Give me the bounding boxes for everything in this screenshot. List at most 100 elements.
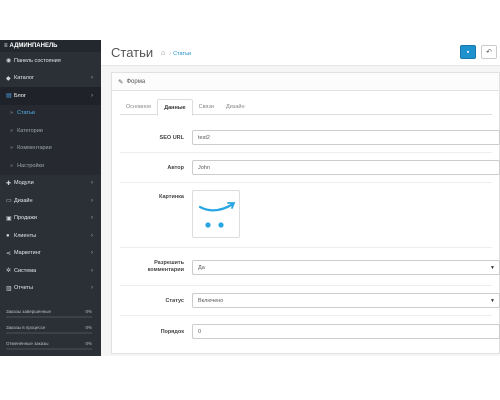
sidebar-item-system[interactable]: ✲ Система › xyxy=(0,262,101,280)
breadcrumb-separator: › xyxy=(169,50,172,57)
progress-value: 0% xyxy=(85,309,92,314)
progress-label: Заказы в процессе xyxy=(6,325,46,330)
form-row-status: Статус Включено ▼ xyxy=(120,286,500,316)
sidebar-subitem-articles[interactable]: » Статьи xyxy=(0,104,101,122)
progress-value: 0% xyxy=(85,341,92,346)
sidebar-item-reports[interactable]: ▥ Отчеты › xyxy=(0,280,101,298)
progress-bar xyxy=(6,348,92,350)
monitor-icon: ▭ xyxy=(6,198,12,205)
form-row-order: Порядок 0 xyxy=(120,316,500,350)
sidebar-subitem-comments[interactable]: » Комментарии xyxy=(0,139,101,157)
save-icon: ▪ xyxy=(466,48,470,56)
tab-links[interactable]: Связи xyxy=(193,99,220,115)
cart-icon: ▣ xyxy=(6,215,12,222)
sidebar-item-label: Каталог xyxy=(14,75,34,82)
puzzle-icon: ✚ xyxy=(6,180,12,187)
comments-label: Разрешить комментарии xyxy=(120,260,184,274)
sidebar-item-dashboard[interactable]: ◉ Панель состояния xyxy=(0,52,101,70)
image-thumbnail[interactable] xyxy=(192,190,240,238)
tab-design[interactable]: Дизайн xyxy=(220,99,251,115)
sort-order-input[interactable]: 0 xyxy=(192,324,500,339)
order-label: Порядок xyxy=(160,329,184,335)
list-icon: ▤ xyxy=(6,93,12,100)
sidebar-item-blog[interactable]: ▤ Блог › xyxy=(0,87,101,105)
brand-label: АДМИНПАНЕЛЬ xyxy=(9,43,58,49)
form-row-image: Картинка xyxy=(120,183,492,248)
sidebar-item-label: Маркетинг xyxy=(14,250,41,257)
chevron-right-icon: › xyxy=(91,180,93,187)
dashboard-icon: ◉ xyxy=(6,58,12,65)
sidebar-item-modules[interactable]: ✚ Модули › xyxy=(0,175,101,193)
sidebar-item-label: Клиенты xyxy=(14,232,37,239)
brand[interactable]: ≡ АДМИНПАНЕЛЬ xyxy=(0,40,101,52)
share-icon: ⋖ xyxy=(6,250,12,257)
angle-right-icon: » xyxy=(10,127,14,134)
angle-right-icon: » xyxy=(10,110,14,117)
sidebar-subitem-label: Комментарии xyxy=(17,145,52,152)
sidebar-subitem-categories[interactable]: » Категории xyxy=(0,122,101,140)
chevron-right-icon: › xyxy=(91,215,93,222)
comments-select-value: Да xyxy=(198,264,205,271)
sidebar-item-label: Блог xyxy=(14,92,26,99)
sidebar-item-label: Модули xyxy=(14,180,34,187)
angle-right-icon: » xyxy=(10,162,14,169)
pencil-icon: ✎ xyxy=(118,78,124,86)
progress-value: 0% xyxy=(85,325,92,330)
sidebar-item-marketing[interactable]: ⋖ Маркетинг › xyxy=(0,245,101,263)
angle-right-icon: » xyxy=(10,145,14,152)
back-button[interactable]: ↶ xyxy=(481,45,497,59)
chevron-right-icon: › xyxy=(91,75,93,82)
menu-bars-icon: ≡ xyxy=(4,43,8,49)
chevron-right-icon: › xyxy=(91,285,93,292)
home-icon[interactable]: ⌂ xyxy=(161,50,165,57)
progress-processing: Заказы в процессе 0% xyxy=(6,322,92,338)
breadcrumb-link-articles[interactable]: Статьи xyxy=(173,51,191,57)
progress-completed: Заказы завершенные 0% xyxy=(6,306,92,322)
sidebar-item-sales[interactable]: ▣ Продажи › xyxy=(0,210,101,228)
main-content: ✎ Форма Основное Данные Связи Дизайн SEO… xyxy=(101,66,500,356)
sidebar-item-label: Продажи xyxy=(14,215,37,222)
sidebar-subitem-label: Статьи xyxy=(17,110,35,117)
author-label: Автор xyxy=(167,165,184,171)
sidebar-item-label: Панель состояния xyxy=(14,57,61,64)
status-select-value: Включено xyxy=(198,297,224,304)
sidebar-item-label: Дизайн xyxy=(14,197,33,204)
page-title: Статьи xyxy=(111,45,154,60)
seo-url-input[interactable]: test2 xyxy=(192,130,500,145)
sidebar-item-design[interactable]: ▭ Дизайн › xyxy=(0,192,101,210)
form-row-author: Автор John xyxy=(120,153,500,183)
progress-cancelled: Отменённые заказы 0% xyxy=(6,338,92,354)
save-button[interactable]: ▪ xyxy=(460,45,476,59)
tab-data[interactable]: Данные xyxy=(157,99,193,116)
tag-icon: ◆ xyxy=(6,75,11,82)
panel-heading: ✎ Форма xyxy=(112,73,499,91)
sidebar-subitem-settings[interactable]: » Настройки xyxy=(0,157,101,175)
gear-icon: ✲ xyxy=(6,268,12,275)
order-progress: Заказы завершенные 0% Заказы в процессе 0%… xyxy=(6,306,92,354)
comments-label-line1: Разрешить xyxy=(154,260,184,266)
chevron-right-icon: › xyxy=(91,232,93,239)
page-header: Статьи ⌂ › Статьи ▪ ↶ xyxy=(101,40,500,66)
chevron-right-icon: › xyxy=(91,197,93,204)
form-row-comments: Разрешить комментарии Да ▼ xyxy=(120,248,500,286)
caret-down-icon: ▼ xyxy=(490,264,495,271)
tab-general[interactable]: Основное xyxy=(120,99,157,115)
chevron-right-icon: › xyxy=(91,267,93,274)
image-label: Картинка xyxy=(159,194,184,200)
breadcrumb: ⌂ › Статьи xyxy=(161,50,191,57)
comments-select[interactable]: Да ▼ xyxy=(192,260,500,275)
status-select[interactable]: Включено ▼ xyxy=(192,293,500,308)
seo-label: SEO URL xyxy=(159,135,184,141)
chevron-right-icon: › xyxy=(91,92,93,99)
progress-bar xyxy=(6,316,92,318)
reply-icon: ↶ xyxy=(486,49,492,56)
comments-label-line2: комментарии xyxy=(147,267,184,273)
progress-label: Отменённые заказы xyxy=(6,341,49,346)
user-icon: ● xyxy=(6,232,10,239)
caret-down-icon: ▼ xyxy=(490,297,495,304)
form-row-seo: SEO URL test2 xyxy=(120,123,500,153)
sidebar-item-customers[interactable]: ● Клиенты › xyxy=(0,227,101,245)
sidebar-item-catalog[interactable]: ◆ Каталог › xyxy=(0,70,101,88)
author-input[interactable]: John xyxy=(192,160,500,175)
cart-logo-icon xyxy=(198,202,236,228)
